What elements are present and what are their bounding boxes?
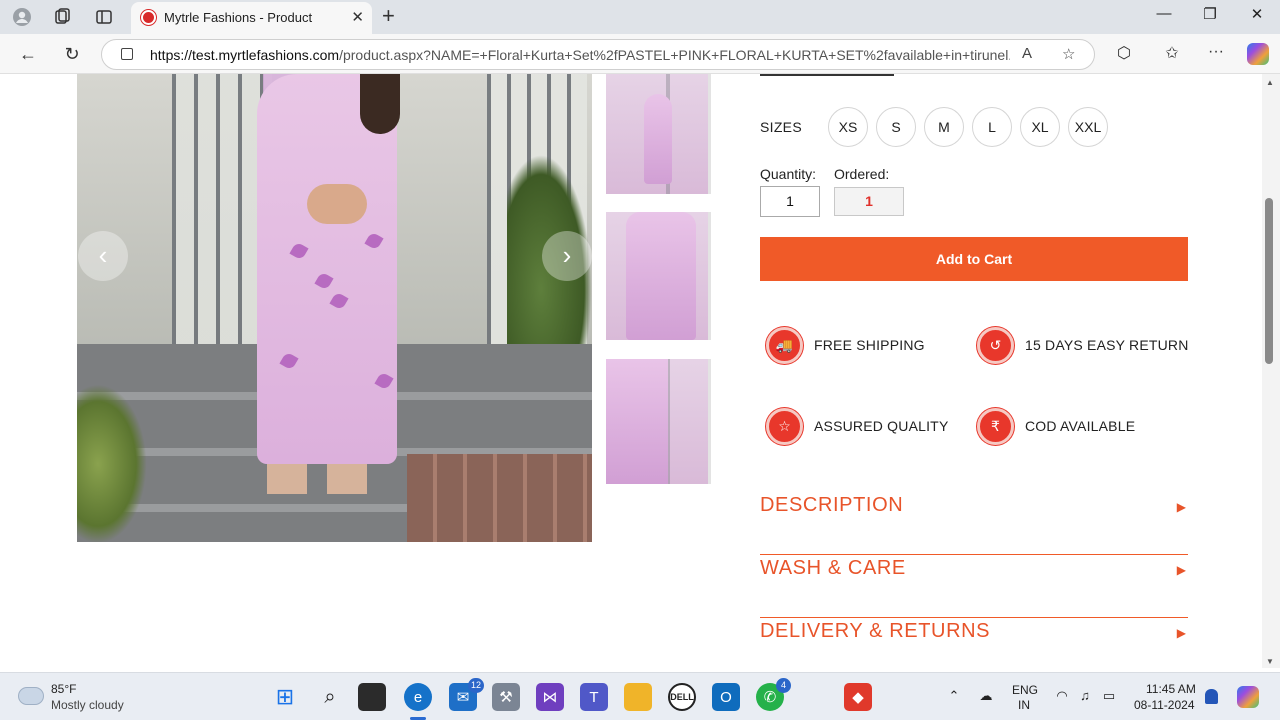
clock-date[interactable]: 08-11-2024 [1134, 698, 1195, 712]
previous-image-arrow-icon[interactable]: ‹ [78, 231, 128, 281]
sizes-label: SIZES [760, 119, 802, 135]
product-main-image[interactable] [77, 74, 592, 542]
thumbnail-3[interactable] [606, 359, 711, 484]
scroll-up-icon[interactable]: ▲ [1266, 78, 1274, 87]
tab-actions-icon[interactable] [92, 5, 116, 29]
minimize-icon[interactable]: — [1152, 5, 1176, 22]
battery-icon[interactable]: ▭ [1099, 688, 1119, 704]
weather-temperature[interactable]: 85°F [51, 682, 76, 696]
size-option-xs[interactable]: XS [828, 107, 868, 147]
ordered-label: Ordered: [834, 166, 890, 182]
weather-condition[interactable]: Mostly cloudy [51, 698, 124, 712]
refresh-icon[interactable]: ↻ [60, 42, 84, 66]
dell-icon[interactable]: DELL [668, 683, 696, 711]
restore-icon[interactable]: ❐ [1198, 5, 1222, 23]
scroll-thumb[interactable] [1265, 198, 1273, 364]
back-icon[interactable]: ← [16, 42, 40, 66]
site-favicon-icon [141, 10, 156, 25]
notification-bell-icon[interactable] [1205, 689, 1218, 704]
file-explorer-icon[interactable] [624, 683, 652, 711]
truck-icon: 🚚 [766, 327, 803, 364]
thumbnail-strip [606, 74, 714, 494]
windows-taskbar: 85°F Mostly cloudy ⊞ ⌕ e ✉ 12 ⚒ ⋈ T DELL … [0, 672, 1280, 720]
clock-time[interactable]: 11:45 AM [1146, 682, 1196, 696]
browser-tab-bar: Mytrle Fashions - Product ✕ + — ❐ ✕ [0, 0, 1280, 34]
size-option-xxl[interactable]: XXL [1068, 107, 1108, 147]
size-option-xl[interactable]: XL [1020, 107, 1060, 147]
tools-icon[interactable]: ⚒ [492, 683, 520, 711]
more-menu-icon[interactable]: ··· [1204, 43, 1228, 61]
favorite-star-icon[interactable]: ☆ [1062, 45, 1075, 63]
scroll-down-icon[interactable]: ▼ [1266, 657, 1274, 666]
outlook-icon[interactable]: O [712, 683, 740, 711]
page-scrollbar[interactable]: ▲ ▼ [1262, 74, 1280, 668]
teams-icon[interactable]: T [580, 683, 608, 711]
copilot-icon[interactable] [1247, 43, 1269, 65]
address-toolbar: ← ↻ https://test.myrtlefashions.com/prod… [0, 34, 1280, 74]
size-option-s[interactable]: S [876, 107, 916, 147]
search-icon[interactable]: ⌕ [316, 683, 344, 711]
expand-arrow-icon[interactable]: ▶ [1177, 626, 1186, 640]
new-tab-icon[interactable]: + [382, 4, 395, 28]
page-viewport: ‹ › SIZES XS S M L XL XXL Quantity: Orde… [0, 74, 1262, 668]
mail-icon[interactable]: ✉ 12 [449, 678, 484, 711]
windows-start-icon[interactable]: ⊞ [271, 683, 299, 711]
ordered-value: 1 [834, 187, 904, 216]
whatsapp-icon[interactable]: ✆ 4 [756, 678, 791, 711]
wifi-icon[interactable]: ◠ [1052, 688, 1072, 704]
cloud-weather-icon[interactable] [18, 687, 44, 705]
quantity-input[interactable]: 1 [760, 186, 820, 217]
expand-arrow-icon[interactable]: ▶ [1177, 500, 1186, 514]
region-indicator[interactable]: IN [1018, 698, 1030, 712]
add-to-cart-button[interactable]: Add to Cart [760, 237, 1188, 281]
favorites-icon[interactable]: ✩ [1160, 43, 1184, 63]
task-view-icon[interactable] [358, 683, 386, 711]
address-bar[interactable]: https://test.myrtlefashions.com/product.… [101, 39, 1095, 70]
show-hidden-icons-chevron-icon[interactable]: ⌃ [944, 688, 964, 704]
volume-icon[interactable]: ♫ [1075, 688, 1095, 703]
extensions-icon[interactable]: ⬡ [1112, 43, 1136, 63]
whatsapp-badge: 4 [776, 678, 791, 693]
section-underline [760, 74, 894, 76]
active-tab[interactable]: Mytrle Fashions - Product ✕ [131, 2, 372, 34]
close-window-icon[interactable]: ✕ [1245, 5, 1269, 23]
lock-icon[interactable] [121, 48, 133, 60]
onedrive-cloud-icon[interactable]: ☁ [976, 688, 996, 704]
return-badge-icon: ↺ [977, 327, 1014, 364]
url-text[interactable]: https://test.myrtlefashions.com/product.… [150, 47, 1010, 63]
size-option-m[interactable]: M [924, 107, 964, 147]
edge-browser-icon[interactable]: e [404, 683, 432, 711]
tab-title: Mytrle Fashions - Product [164, 10, 313, 25]
quantity-label: Quantity: [760, 166, 817, 182]
profile-icon[interactable] [10, 5, 34, 29]
copilot-taskbar-icon[interactable] [1237, 686, 1259, 708]
cash-hand-icon: ₹ [977, 408, 1014, 445]
accordion-delivery-returns[interactable]: DELIVERY & RETURNS ▶ [760, 618, 1188, 668]
next-image-arrow-icon[interactable]: › [542, 231, 592, 281]
thumbnail-2[interactable] [606, 212, 711, 340]
read-aloud-icon[interactable]: A [1022, 45, 1032, 62]
close-tab-icon[interactable]: ✕ [351, 8, 364, 26]
visual-studio-icon[interactable]: ⋈ [536, 683, 564, 711]
expand-arrow-icon[interactable]: ▶ [1177, 563, 1186, 577]
language-indicator[interactable]: ENG [1012, 683, 1038, 697]
accordion-wash-care[interactable]: WASH & CARE ▶ [760, 555, 1188, 618]
thumbnail-1[interactable] [606, 74, 711, 194]
mail-badge: 12 [467, 678, 484, 693]
anydesk-icon[interactable]: ◆ [844, 683, 872, 711]
size-option-l[interactable]: L [972, 107, 1012, 147]
star-badge-icon: ☆ [766, 408, 803, 445]
workspaces-icon[interactable] [50, 5, 74, 29]
accordion-description[interactable]: DESCRIPTION ▶ [760, 492, 1188, 555]
